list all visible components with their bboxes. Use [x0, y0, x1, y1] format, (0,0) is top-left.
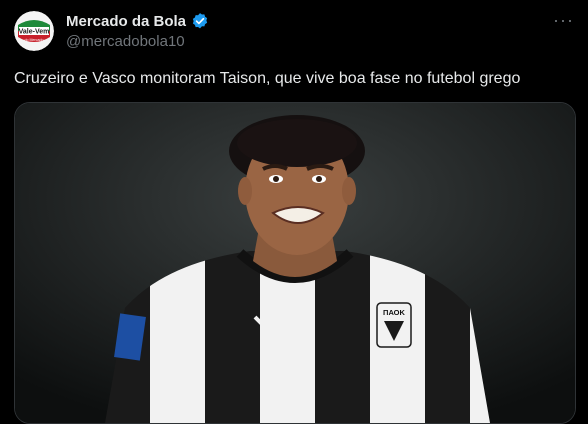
handle[interactable]: @mercadobola10	[66, 33, 185, 50]
name-row: Mercado da Bola	[66, 12, 209, 30]
player-photo: ΠΑΟΚ	[15, 103, 575, 423]
tweet-text: Cruzeiro e Vasco monitoram Taison, que v…	[14, 70, 521, 87]
display-name[interactable]: Mercado da Bola	[66, 13, 186, 30]
tweet-media[interactable]: ΠΑΟΚ	[14, 102, 576, 424]
tweet: Vale-Vem do Mercado Mercado da Bola @mer…	[0, 0, 588, 424]
avatar-logo-subtext: do Mercado	[25, 38, 44, 42]
verified-icon	[191, 12, 209, 30]
avatar[interactable]: Vale-Vem do Mercado	[14, 11, 54, 51]
more-icon[interactable]: ···	[553, 10, 574, 31]
avatar-logo-text: Vale-Vem	[19, 29, 50, 36]
crest-text: ΠΑΟΚ	[383, 308, 405, 317]
